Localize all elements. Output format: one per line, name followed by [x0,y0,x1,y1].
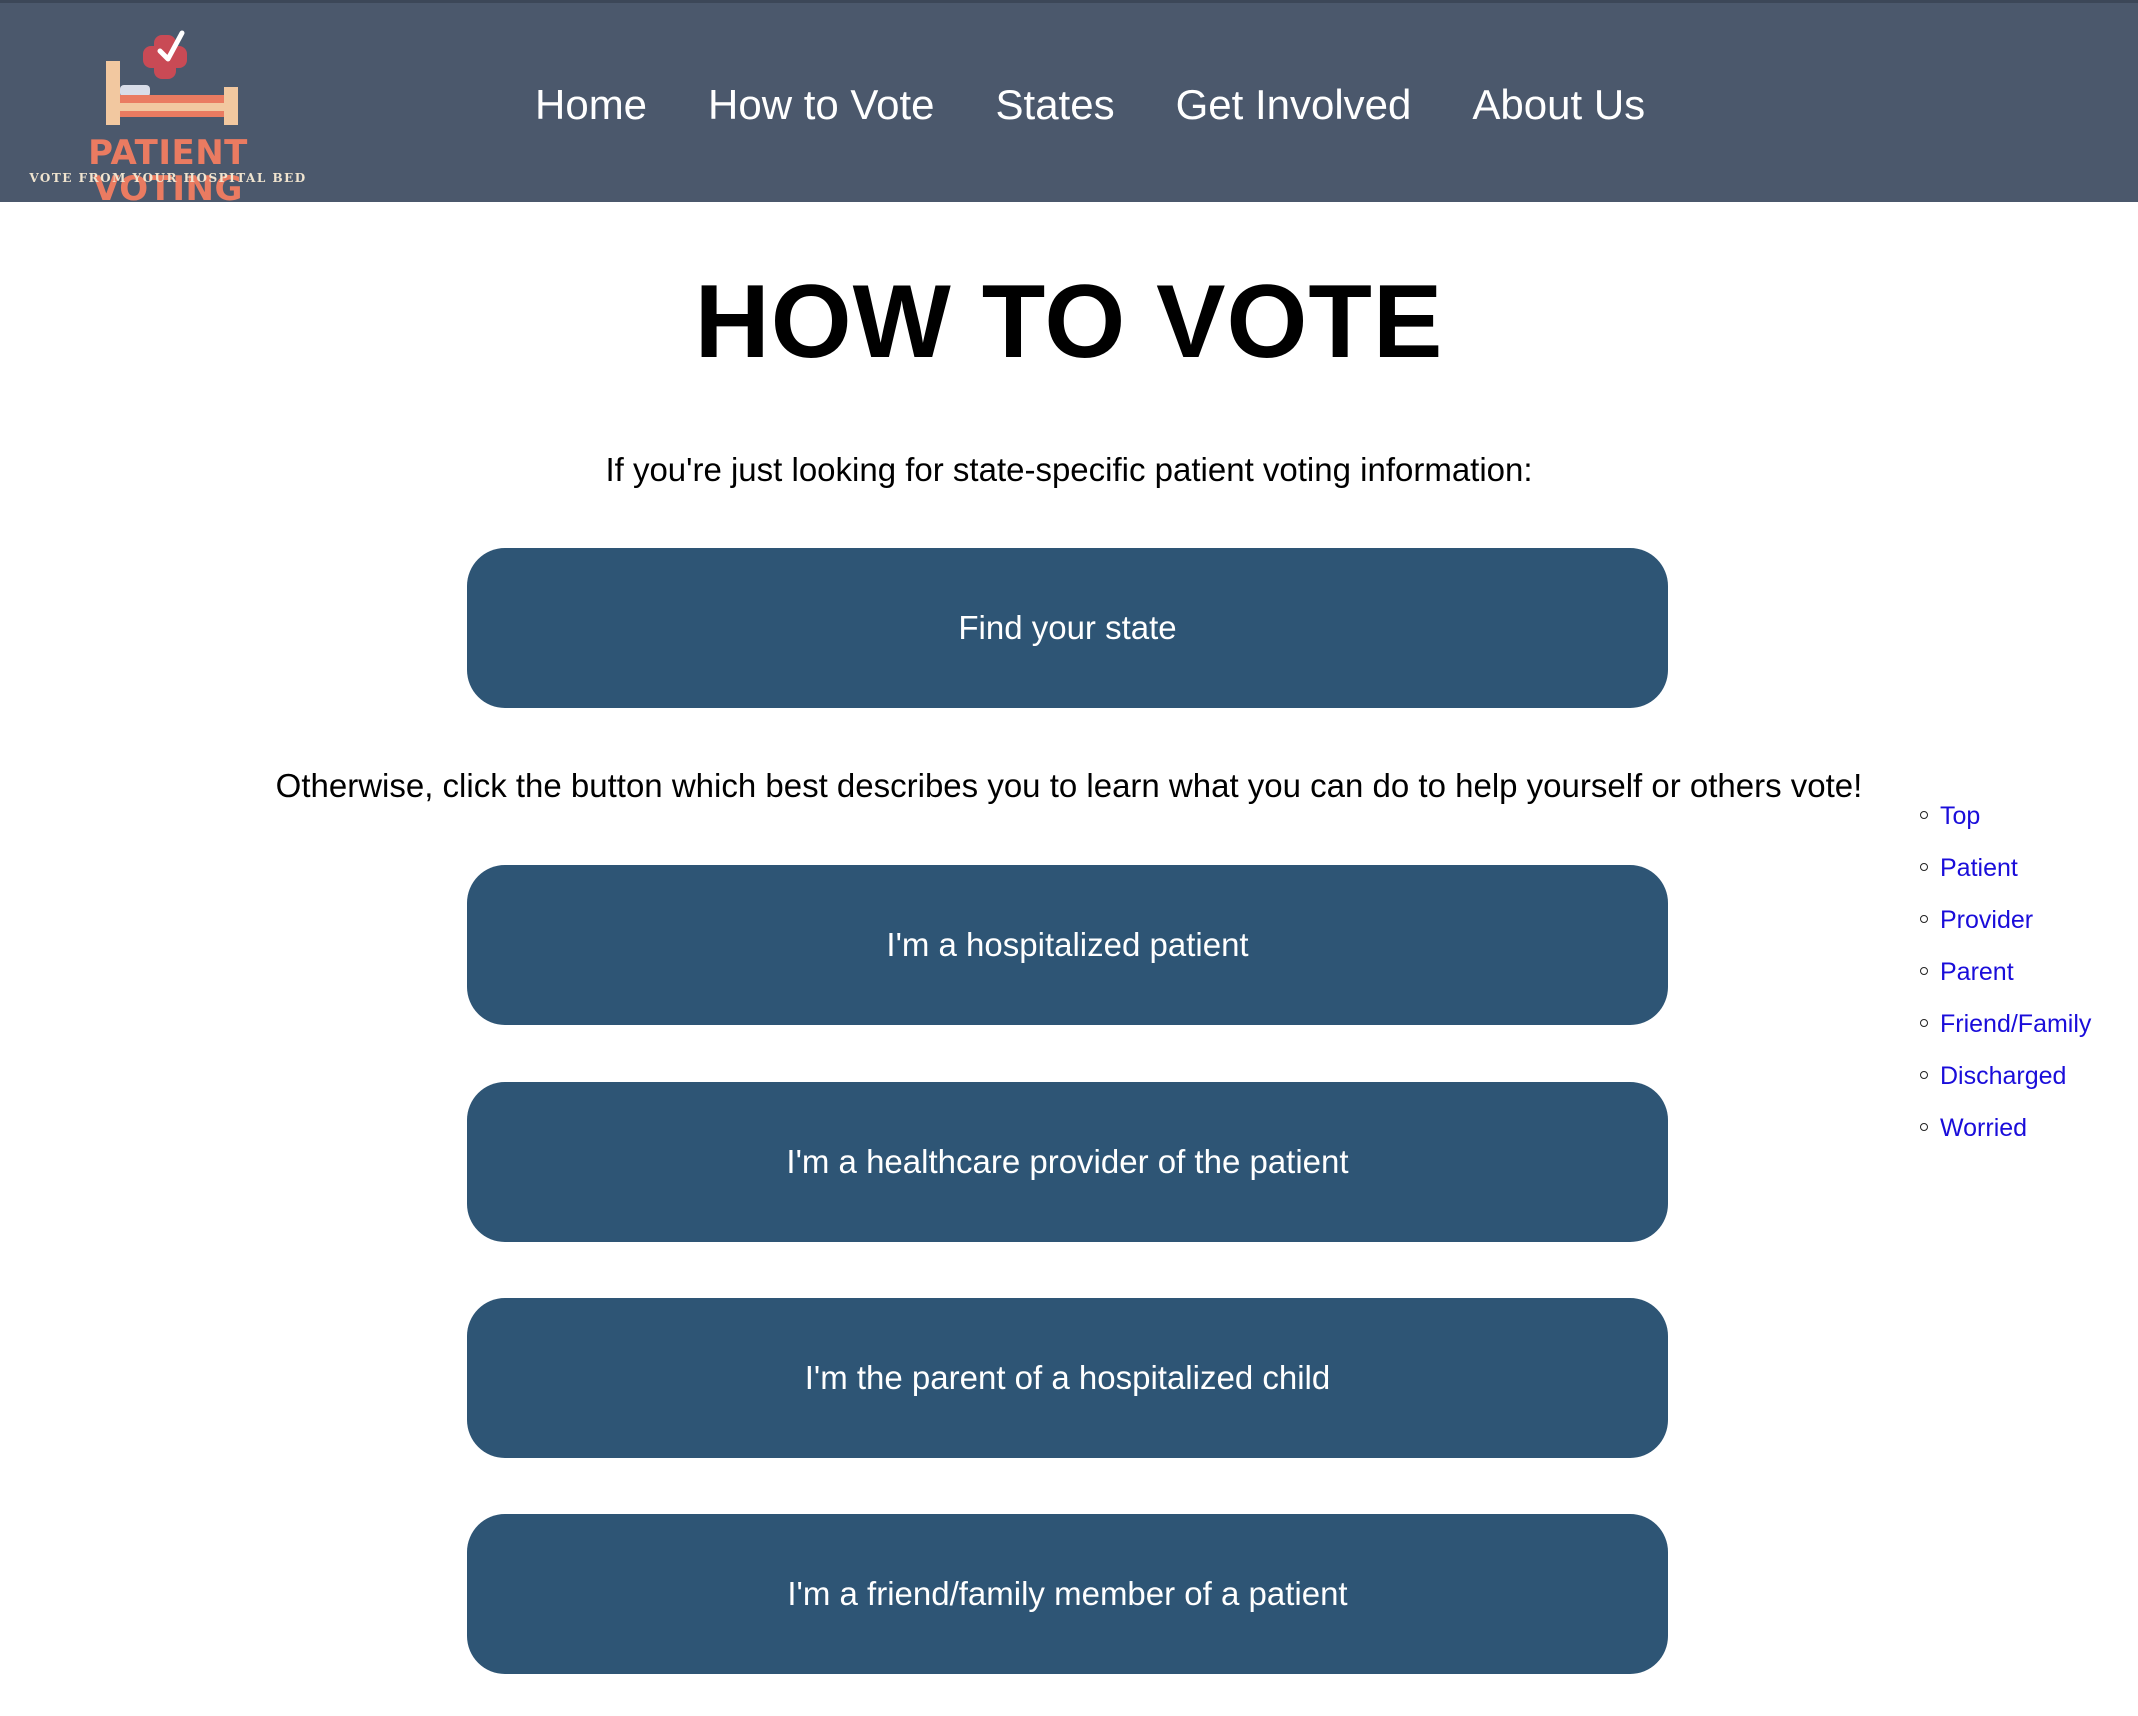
parent-button[interactable]: I'm the parent of a hospitalized child [467,1298,1668,1458]
toc-link-patient[interactable]: Patient [1940,854,2018,882]
otherwise-text: Otherwise, click the button which best d… [275,767,1863,804]
nav-home[interactable]: Home [535,75,647,135]
hollow-bullet-icon [1920,1019,1928,1027]
hollow-bullet-icon [1920,811,1928,819]
hollow-bullet-icon [1920,863,1928,871]
toc-link-worried[interactable]: Worried [1940,1114,2027,1142]
site-header: PATIENT VOTING VOTE FROM YOUR HOSPITAL B… [0,0,2138,207]
toc-link-top[interactable]: Top [1940,802,1980,830]
toc-item-top: Top [1920,796,2091,848]
section-anchor-list: Top Patient Provider Parent Friend/Famil… [1920,796,2091,1160]
hollow-bullet-icon [1920,1071,1928,1079]
nav-states[interactable]: States [996,75,1115,135]
hollow-bullet-icon [1920,967,1928,975]
nav-how-to-vote[interactable]: How to Vote [708,75,934,135]
site-logo[interactable]: PATIENT VOTING VOTE FROM YOUR HOSPITAL B… [18,21,318,207]
main-nav: Home How to Vote States Get Involved Abo… [535,75,1645,135]
toc-item-friend-family: Friend/Family [1920,1004,2091,1056]
nav-get-involved[interactable]: Get Involved [1176,75,1412,135]
hollow-bullet-icon [1920,915,1928,923]
toc-item-provider: Provider [1920,900,2091,952]
logo-tagline: VOTE FROM YOUR HOSPITAL BED [29,171,307,185]
toc-item-parent: Parent [1920,952,2091,1004]
page-title: HOW TO VOTE [694,264,1444,380]
provider-button[interactable]: I'm a healthcare provider of the patient [467,1082,1668,1242]
intro-text: If you're just looking for state-specifi… [605,451,1533,488]
hollow-bullet-icon [1920,1123,1928,1131]
toc-link-parent[interactable]: Parent [1940,958,2014,986]
hospital-bed-ballot-icon [106,30,238,125]
toc-link-friend-family[interactable]: Friend/Family [1940,1010,2091,1038]
toc-link-provider[interactable]: Provider [1940,906,2033,934]
friend-family-button[interactable]: I'm a friend/family member of a patient [467,1514,1668,1674]
toc-item-worried: Worried [1920,1108,2091,1160]
patient-button[interactable]: I'm a hospitalized patient [467,865,1668,1025]
toc-link-discharged[interactable]: Discharged [1940,1062,2066,1090]
toc-item-patient: Patient [1920,848,2091,900]
nav-about-us[interactable]: About Us [1472,75,1645,135]
find-state-button[interactable]: Find your state [467,548,1668,708]
toc-item-discharged: Discharged [1920,1056,2091,1108]
